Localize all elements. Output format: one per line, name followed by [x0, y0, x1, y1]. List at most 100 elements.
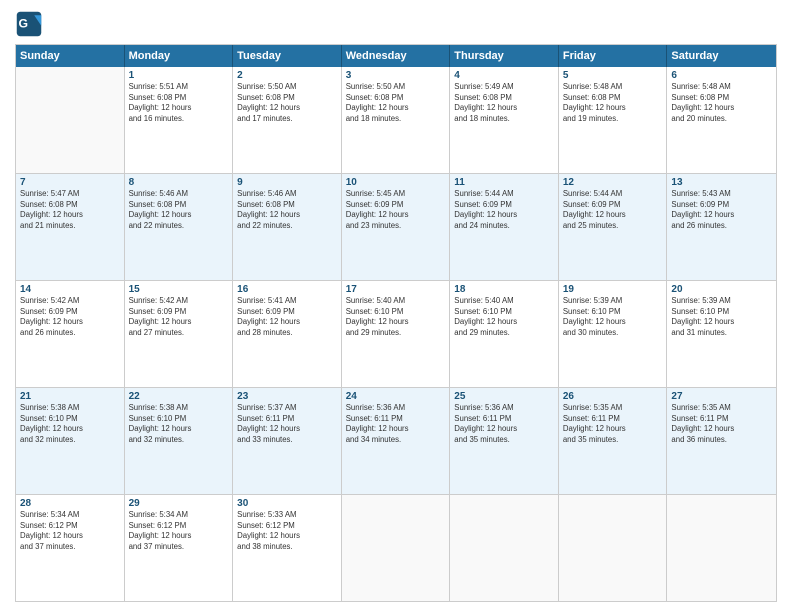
header-cell-wednesday: Wednesday	[342, 45, 451, 67]
calendar-cell: 8Sunrise: 5:46 AM Sunset: 6:08 PM Daylig…	[125, 174, 234, 280]
calendar-cell: 14Sunrise: 5:42 AM Sunset: 6:09 PM Dayli…	[16, 281, 125, 387]
day-info: Sunrise: 5:35 AM Sunset: 6:11 PM Dayligh…	[563, 403, 663, 445]
calendar-cell: 21Sunrise: 5:38 AM Sunset: 6:10 PM Dayli…	[16, 388, 125, 494]
day-info: Sunrise: 5:40 AM Sunset: 6:10 PM Dayligh…	[346, 296, 446, 338]
day-info: Sunrise: 5:42 AM Sunset: 6:09 PM Dayligh…	[20, 296, 120, 338]
day-number: 28	[20, 498, 120, 509]
day-info: Sunrise: 5:51 AM Sunset: 6:08 PM Dayligh…	[129, 82, 229, 124]
day-number: 1	[129, 70, 229, 81]
day-number: 3	[346, 70, 446, 81]
calendar-cell	[16, 67, 125, 173]
calendar-cell: 30Sunrise: 5:33 AM Sunset: 6:12 PM Dayli…	[233, 495, 342, 601]
day-info: Sunrise: 5:35 AM Sunset: 6:11 PM Dayligh…	[671, 403, 772, 445]
day-number: 9	[237, 177, 337, 188]
calendar-cell: 9Sunrise: 5:46 AM Sunset: 6:08 PM Daylig…	[233, 174, 342, 280]
day-info: Sunrise: 5:39 AM Sunset: 6:10 PM Dayligh…	[671, 296, 772, 338]
calendar-cell	[342, 495, 451, 601]
day-info: Sunrise: 5:44 AM Sunset: 6:09 PM Dayligh…	[454, 189, 554, 231]
calendar-cell: 26Sunrise: 5:35 AM Sunset: 6:11 PM Dayli…	[559, 388, 668, 494]
day-number: 5	[563, 70, 663, 81]
svg-text:G: G	[19, 17, 29, 31]
day-number: 15	[129, 284, 229, 295]
day-number: 6	[671, 70, 772, 81]
calendar-cell: 6Sunrise: 5:48 AM Sunset: 6:08 PM Daylig…	[667, 67, 776, 173]
day-number: 11	[454, 177, 554, 188]
day-number: 16	[237, 284, 337, 295]
calendar-cell: 11Sunrise: 5:44 AM Sunset: 6:09 PM Dayli…	[450, 174, 559, 280]
day-info: Sunrise: 5:48 AM Sunset: 6:08 PM Dayligh…	[563, 82, 663, 124]
calendar-body: 1Sunrise: 5:51 AM Sunset: 6:08 PM Daylig…	[16, 67, 776, 601]
day-info: Sunrise: 5:41 AM Sunset: 6:09 PM Dayligh…	[237, 296, 337, 338]
day-info: Sunrise: 5:33 AM Sunset: 6:12 PM Dayligh…	[237, 510, 337, 552]
day-number: 4	[454, 70, 554, 81]
calendar: SundayMondayTuesdayWednesdayThursdayFrid…	[15, 44, 777, 602]
calendar-cell: 10Sunrise: 5:45 AM Sunset: 6:09 PM Dayli…	[342, 174, 451, 280]
calendar-cell: 5Sunrise: 5:48 AM Sunset: 6:08 PM Daylig…	[559, 67, 668, 173]
calendar-cell: 4Sunrise: 5:49 AM Sunset: 6:08 PM Daylig…	[450, 67, 559, 173]
day-number: 12	[563, 177, 663, 188]
calendar-cell: 3Sunrise: 5:50 AM Sunset: 6:08 PM Daylig…	[342, 67, 451, 173]
calendar-cell: 7Sunrise: 5:47 AM Sunset: 6:08 PM Daylig…	[16, 174, 125, 280]
header-cell-monday: Monday	[125, 45, 234, 67]
day-number: 18	[454, 284, 554, 295]
header-cell-friday: Friday	[559, 45, 668, 67]
day-number: 21	[20, 391, 120, 402]
day-info: Sunrise: 5:50 AM Sunset: 6:08 PM Dayligh…	[237, 82, 337, 124]
calendar-cell: 12Sunrise: 5:44 AM Sunset: 6:09 PM Dayli…	[559, 174, 668, 280]
day-number: 26	[563, 391, 663, 402]
calendar-cell: 17Sunrise: 5:40 AM Sunset: 6:10 PM Dayli…	[342, 281, 451, 387]
day-info: Sunrise: 5:39 AM Sunset: 6:10 PM Dayligh…	[563, 296, 663, 338]
day-info: Sunrise: 5:38 AM Sunset: 6:10 PM Dayligh…	[129, 403, 229, 445]
calendar-cell: 2Sunrise: 5:50 AM Sunset: 6:08 PM Daylig…	[233, 67, 342, 173]
calendar-cell: 19Sunrise: 5:39 AM Sunset: 6:10 PM Dayli…	[559, 281, 668, 387]
calendar-cell: 27Sunrise: 5:35 AM Sunset: 6:11 PM Dayli…	[667, 388, 776, 494]
day-info: Sunrise: 5:36 AM Sunset: 6:11 PM Dayligh…	[454, 403, 554, 445]
day-info: Sunrise: 5:47 AM Sunset: 6:08 PM Dayligh…	[20, 189, 120, 231]
calendar-cell	[450, 495, 559, 601]
day-info: Sunrise: 5:49 AM Sunset: 6:08 PM Dayligh…	[454, 82, 554, 124]
page: G SundayMondayTuesdayWednesdayThursdayFr…	[0, 0, 792, 612]
header-cell-thursday: Thursday	[450, 45, 559, 67]
calendar-cell	[559, 495, 668, 601]
day-number: 19	[563, 284, 663, 295]
day-number: 22	[129, 391, 229, 402]
day-number: 17	[346, 284, 446, 295]
calendar-cell: 18Sunrise: 5:40 AM Sunset: 6:10 PM Dayli…	[450, 281, 559, 387]
day-info: Sunrise: 5:48 AM Sunset: 6:08 PM Dayligh…	[671, 82, 772, 124]
day-info: Sunrise: 5:43 AM Sunset: 6:09 PM Dayligh…	[671, 189, 772, 231]
day-info: Sunrise: 5:34 AM Sunset: 6:12 PM Dayligh…	[20, 510, 120, 552]
calendar-cell	[667, 495, 776, 601]
calendar-cell: 24Sunrise: 5:36 AM Sunset: 6:11 PM Dayli…	[342, 388, 451, 494]
calendar-row-5: 28Sunrise: 5:34 AM Sunset: 6:12 PM Dayli…	[16, 495, 776, 601]
calendar-row-3: 14Sunrise: 5:42 AM Sunset: 6:09 PM Dayli…	[16, 281, 776, 388]
day-info: Sunrise: 5:42 AM Sunset: 6:09 PM Dayligh…	[129, 296, 229, 338]
day-number: 13	[671, 177, 772, 188]
calendar-row-2: 7Sunrise: 5:47 AM Sunset: 6:08 PM Daylig…	[16, 174, 776, 281]
header-cell-tuesday: Tuesday	[233, 45, 342, 67]
day-info: Sunrise: 5:44 AM Sunset: 6:09 PM Dayligh…	[563, 189, 663, 231]
calendar-cell: 20Sunrise: 5:39 AM Sunset: 6:10 PM Dayli…	[667, 281, 776, 387]
day-number: 25	[454, 391, 554, 402]
calendar-row-4: 21Sunrise: 5:38 AM Sunset: 6:10 PM Dayli…	[16, 388, 776, 495]
day-info: Sunrise: 5:50 AM Sunset: 6:08 PM Dayligh…	[346, 82, 446, 124]
day-number: 30	[237, 498, 337, 509]
day-number: 20	[671, 284, 772, 295]
calendar-cell: 25Sunrise: 5:36 AM Sunset: 6:11 PM Dayli…	[450, 388, 559, 494]
calendar-row-1: 1Sunrise: 5:51 AM Sunset: 6:08 PM Daylig…	[16, 67, 776, 174]
calendar-cell: 28Sunrise: 5:34 AM Sunset: 6:12 PM Dayli…	[16, 495, 125, 601]
day-number: 24	[346, 391, 446, 402]
day-number: 7	[20, 177, 120, 188]
calendar-cell: 16Sunrise: 5:41 AM Sunset: 6:09 PM Dayli…	[233, 281, 342, 387]
day-number: 2	[237, 70, 337, 81]
day-number: 8	[129, 177, 229, 188]
logo-icon: G	[15, 10, 43, 38]
day-info: Sunrise: 5:46 AM Sunset: 6:08 PM Dayligh…	[237, 189, 337, 231]
header-cell-sunday: Sunday	[16, 45, 125, 67]
calendar-cell: 13Sunrise: 5:43 AM Sunset: 6:09 PM Dayli…	[667, 174, 776, 280]
header: G	[15, 10, 777, 38]
day-number: 29	[129, 498, 229, 509]
calendar-cell: 23Sunrise: 5:37 AM Sunset: 6:11 PM Dayli…	[233, 388, 342, 494]
header-cell-saturday: Saturday	[667, 45, 776, 67]
day-info: Sunrise: 5:38 AM Sunset: 6:10 PM Dayligh…	[20, 403, 120, 445]
calendar-cell: 1Sunrise: 5:51 AM Sunset: 6:08 PM Daylig…	[125, 67, 234, 173]
